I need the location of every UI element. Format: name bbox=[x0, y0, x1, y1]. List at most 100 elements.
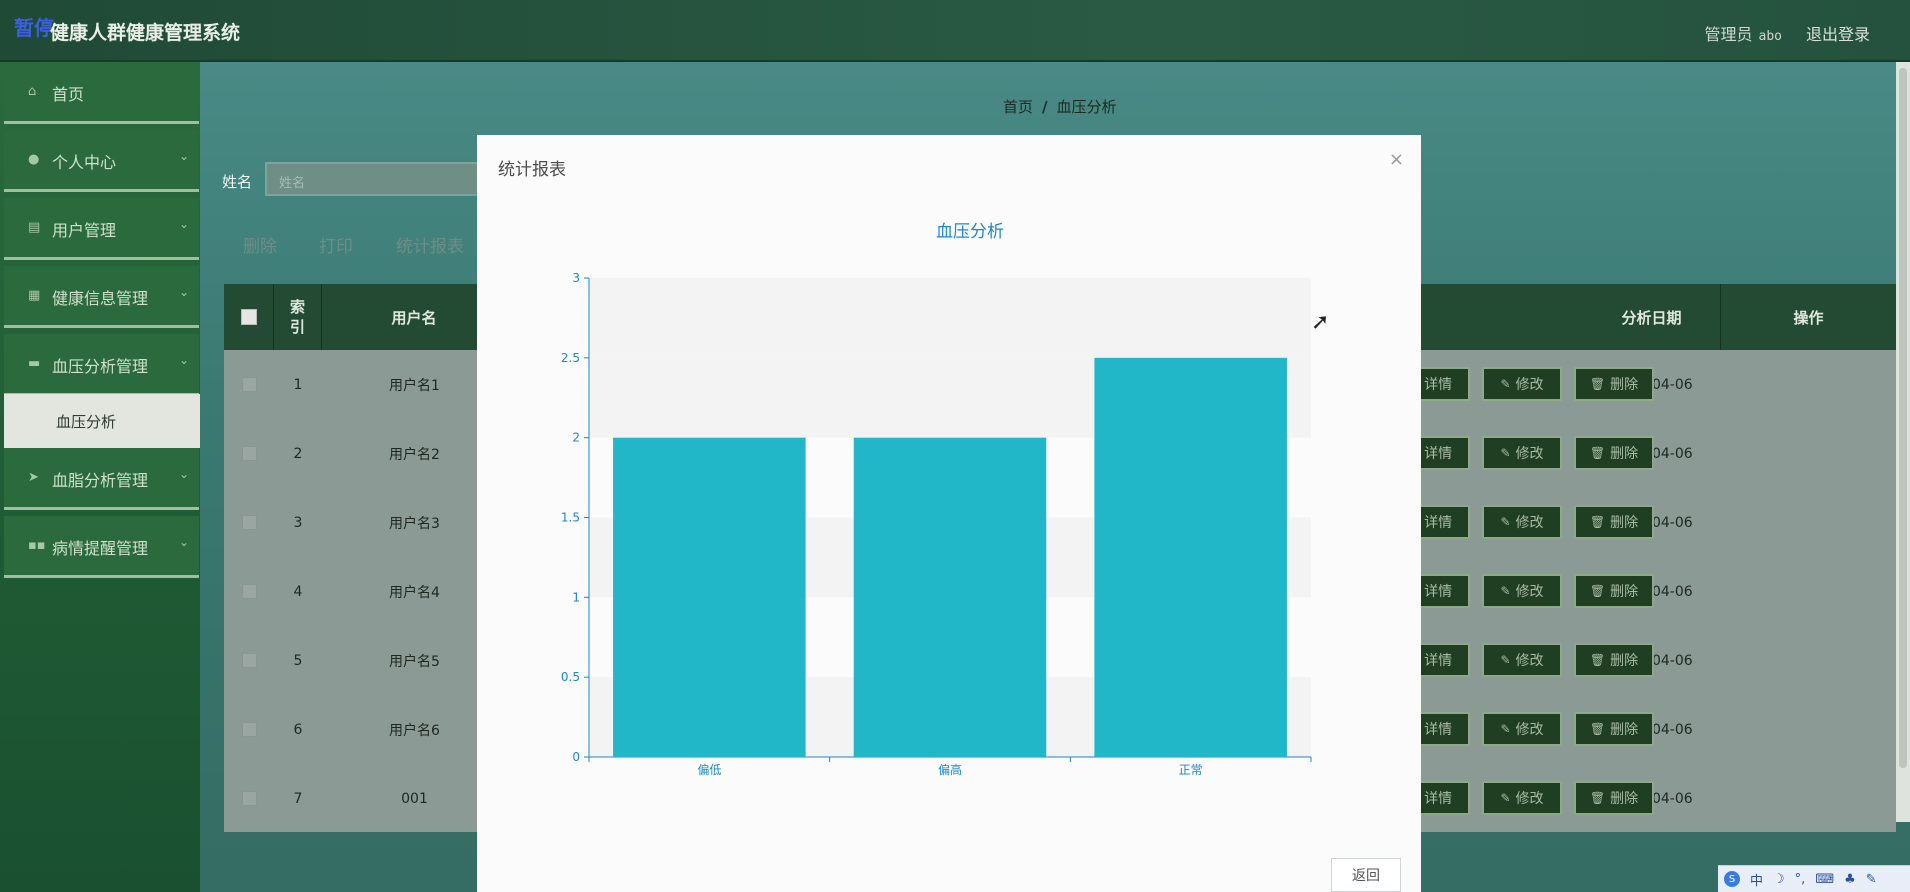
sidebar-item-health-info[interactable]: ▦ 健康信息管理 ⌄ bbox=[4, 266, 199, 328]
logout-link[interactable]: 退出登录 bbox=[1806, 21, 1870, 45]
home-icon: ⌂ bbox=[28, 84, 37, 99]
print-button[interactable]: 打印 bbox=[319, 232, 353, 257]
row-select-cell[interactable] bbox=[224, 350, 274, 419]
delete-button[interactable]: 🗑 删除 bbox=[1574, 574, 1654, 608]
delete-button[interactable]: 删除 bbox=[243, 232, 277, 257]
sidebar-item-label: 血脂分析管理 bbox=[52, 471, 149, 490]
user-icon: ● bbox=[28, 152, 40, 167]
row-checkbox[interactable] bbox=[241, 791, 257, 806]
row-checkbox[interactable] bbox=[241, 515, 257, 530]
ime-lang-toggle[interactable]: 中 bbox=[1750, 870, 1763, 889]
sidebar: ⌂ 首页 ● 个人中心 ⌄ ▤ 用户管理 ⌄ ▦ 健康信息管理 ⌄ ▬ 血压分析… bbox=[0, 62, 200, 892]
search-name-input[interactable]: 姓名 bbox=[265, 162, 495, 196]
admin-label: 管理员 bbox=[1704, 25, 1753, 44]
edit-button[interactable]: ✎ 修改 bbox=[1482, 712, 1562, 746]
row-select-cell[interactable] bbox=[224, 488, 274, 557]
trash-icon: 🗑 bbox=[1589, 377, 1606, 391]
x-tick-label: 偏高 bbox=[938, 762, 962, 777]
edit-button[interactable]: ✎ 修改 bbox=[1482, 574, 1562, 608]
sidebar-subitem-bp-analysis[interactable]: 血压分析 bbox=[4, 394, 200, 448]
bar-1 bbox=[613, 437, 806, 757]
sidebar-item-lipid-analysis[interactable]: ➤ 血脂分析管理 ⌄ bbox=[4, 448, 199, 510]
sidebar-item-label: 健康信息管理 bbox=[52, 289, 149, 308]
action-label: 删除 bbox=[1610, 515, 1639, 531]
ime-keyboard-icon[interactable]: ⌨ bbox=[1815, 872, 1834, 887]
ime-punct-icon[interactable]: °, bbox=[1795, 872, 1806, 887]
action-label: 修改 bbox=[1515, 722, 1544, 738]
mouse-cursor-icon: ➚ bbox=[1311, 310, 1330, 335]
send-icon: ➤ bbox=[28, 470, 39, 485]
system-title: 健康人群健康管理系统 bbox=[50, 22, 241, 44]
chevron-down-icon: ⌄ bbox=[178, 149, 189, 163]
edit-button[interactable]: ✎ 修改 bbox=[1482, 643, 1562, 677]
delete-button[interactable]: 🗑 删除 bbox=[1574, 781, 1654, 815]
return-button[interactable]: 返回 bbox=[1331, 858, 1401, 892]
bar-3 bbox=[1094, 357, 1287, 757]
sidebar-item-reminders[interactable]: ▪▪ 病情提醒管理 ⌄ bbox=[4, 516, 199, 578]
card-icon: ▬ bbox=[28, 356, 41, 371]
delete-button[interactable]: 🗑 删除 bbox=[1574, 436, 1654, 470]
row-select-cell[interactable] bbox=[224, 557, 274, 626]
ime-toolbar[interactable]: S 中 ☽ °, ⌨ ♣ ✎ bbox=[1718, 865, 1910, 892]
report-button[interactable]: 统计报表 bbox=[396, 232, 464, 257]
y-tick-label: 0 bbox=[572, 750, 580, 764]
breadcrumb-current: 血压分析 bbox=[1056, 98, 1117, 116]
action-label: 删除 bbox=[1610, 584, 1639, 600]
edit-button[interactable]: ✎ 修改 bbox=[1482, 436, 1562, 470]
breadcrumb: 首页 / 血压分析 bbox=[1003, 96, 1117, 117]
top-header: 暂停 健康人群健康管理系统 管理员 abo 退出登录 bbox=[0, 0, 1910, 63]
row-select-cell[interactable] bbox=[224, 695, 274, 764]
header-actions: 操作 bbox=[1793, 308, 1824, 327]
row-checkbox[interactable] bbox=[241, 653, 257, 668]
delete-button[interactable]: 🗑 删除 bbox=[1574, 712, 1654, 746]
delete-button[interactable]: 🗑 删除 bbox=[1574, 367, 1654, 401]
select-all-checkbox[interactable] bbox=[240, 309, 257, 325]
header-select-all[interactable] bbox=[224, 284, 274, 350]
cell-index: 2 bbox=[293, 445, 303, 462]
sidebar-item-user-management[interactable]: ▤ 用户管理 ⌄ bbox=[4, 198, 199, 260]
sidebar-item-personal-center[interactable]: ● 个人中心 ⌄ bbox=[4, 130, 199, 192]
pencil-icon: ✎ bbox=[1500, 722, 1511, 736]
sidebar-item-label: 用户管理 bbox=[52, 221, 117, 240]
admin-info: 管理员 abo bbox=[1705, 21, 1783, 45]
action-label: 删除 bbox=[1610, 653, 1639, 669]
scrollbar-thumb[interactable] bbox=[1899, 68, 1907, 768]
action-label: 详情 bbox=[1424, 377, 1453, 393]
action-label: 删除 bbox=[1610, 722, 1639, 738]
row-checkbox[interactable] bbox=[241, 584, 257, 599]
action-label: 详情 bbox=[1424, 446, 1453, 462]
delete-button[interactable]: 🗑 删除 bbox=[1574, 643, 1654, 677]
row-checkbox[interactable] bbox=[241, 446, 257, 461]
page-scrollbar[interactable] bbox=[1896, 62, 1910, 822]
cell-index: 4 bbox=[293, 583, 303, 600]
chevron-down-icon: ⌄ bbox=[178, 535, 189, 549]
row-select-cell[interactable] bbox=[224, 626, 274, 695]
chevron-down-icon: ⌄ bbox=[178, 217, 189, 231]
sidebar-item-home[interactable]: ⌂ 首页 bbox=[4, 62, 199, 124]
action-label: 删除 bbox=[1610, 377, 1639, 393]
pencil-icon: ✎ bbox=[1500, 653, 1511, 667]
sidebar-item-label: 血压分析管理 bbox=[52, 357, 149, 376]
pencil-icon: ✎ bbox=[1500, 515, 1511, 529]
ime-moon-icon[interactable]: ☽ bbox=[1773, 872, 1785, 887]
bp-bar-chart: 血压分析 0 0.5 1 1.5 2 2.5 3 偏低 偏高 正常 bbox=[561, 222, 1312, 777]
edit-button[interactable]: ✎ 修改 bbox=[1482, 367, 1562, 401]
row-select-cell[interactable] bbox=[224, 419, 274, 488]
breadcrumb-home[interactable]: 首页 bbox=[1003, 98, 1033, 116]
header-date: 分析日期 bbox=[1583, 284, 1721, 350]
sidebar-item-label: 个人中心 bbox=[52, 153, 117, 172]
users-icon: ▤ bbox=[28, 220, 41, 235]
edit-button[interactable]: ✎ 修改 bbox=[1482, 781, 1562, 815]
pause-indicator: 暂停 bbox=[14, 16, 54, 40]
row-select-cell[interactable] bbox=[224, 764, 274, 833]
sidebar-item-bp-analysis[interactable]: ▬ 血压分析管理 ⌄ bbox=[4, 334, 199, 396]
cell-index: 1 bbox=[293, 376, 303, 393]
ime-tool-icon[interactable]: ✎ bbox=[1866, 872, 1877, 887]
row-checkbox[interactable] bbox=[241, 377, 257, 392]
edit-button[interactable]: ✎ 修改 bbox=[1482, 505, 1562, 539]
ime-skin-icon[interactable]: ♣ bbox=[1844, 872, 1856, 887]
header-index: 索 引 bbox=[274, 284, 322, 350]
delete-button[interactable]: 🗑 删除 bbox=[1574, 505, 1654, 539]
row-checkbox[interactable] bbox=[241, 722, 257, 737]
report-modal: 统计报表 × 血压分析 0 0.5 1 1.5 2 2.5 3 偏低 偏高 正常 返回 bbox=[477, 135, 1421, 892]
